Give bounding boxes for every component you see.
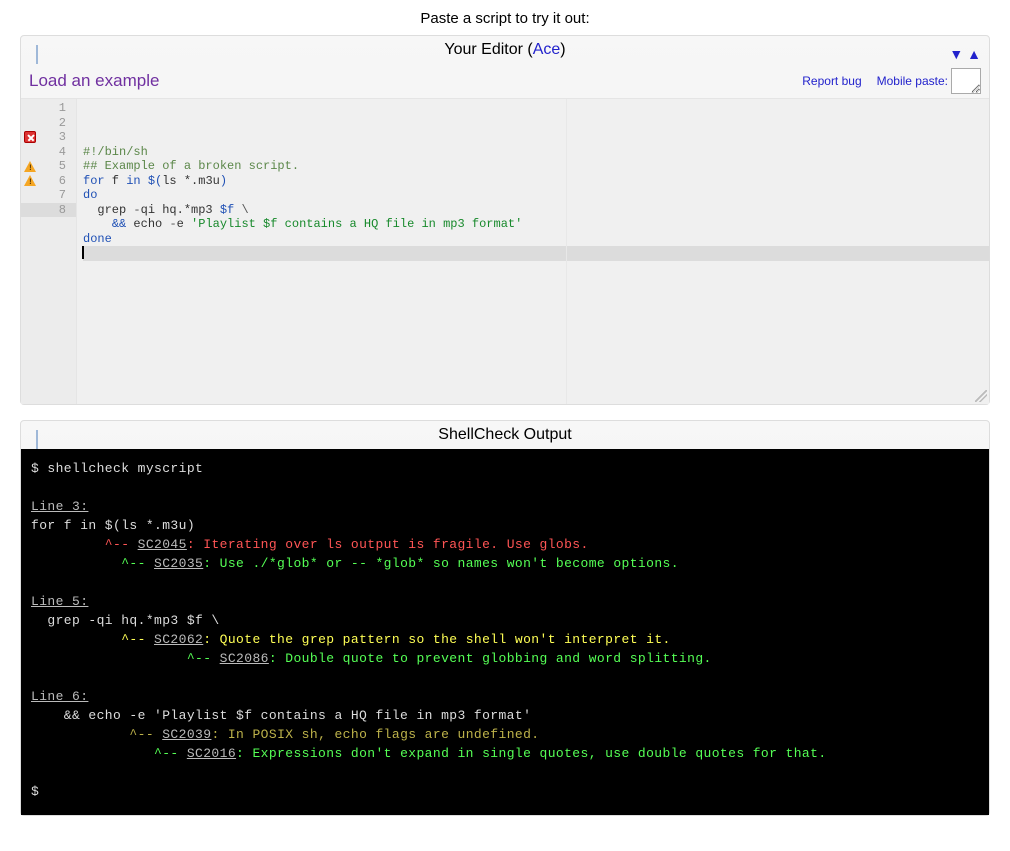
gutter-line: 2 [21,116,76,131]
output-src-line: grep -qi hq.*mp3 $f \ [31,613,220,628]
document-icon [29,41,45,59]
mobile-paste-input[interactable] [951,68,981,94]
warning-icon [24,175,36,186]
report-bug-link[interactable]: Report bug [802,74,861,88]
editor-code-area[interactable]: #!/bin/sh## Example of a broken script.f… [77,99,989,404]
code-line[interactable]: do [83,188,989,203]
sc-code-link[interactable]: SC2086 [220,651,269,666]
gutter-line: 1 [21,101,76,116]
sc-code-link[interactable]: SC2062 [154,632,203,647]
sc-code-link[interactable]: SC2039 [162,727,211,742]
warning-icon [24,161,36,172]
output-command: $ shellcheck myscript [31,461,203,476]
editor-subheader: Load an example Report bug Mobile paste: [21,64,989,98]
collapse-up-icon[interactable]: ▲ [967,40,981,68]
code-line[interactable]: #!/bin/sh [83,145,989,160]
gutter-line: 6 [21,174,76,189]
sc-code-link[interactable]: SC2035 [154,556,203,571]
editor-panel: Your Editor (Ace) ▼ ▲ Load an example Re… [20,35,990,405]
output-line-link[interactable]: Line 5: [31,594,88,609]
editor-title-prefix: Your Editor ( [444,41,532,58]
code-editor[interactable]: 12345678 #!/bin/sh## Example of a broken… [21,98,989,404]
error-icon [24,131,36,143]
code-line[interactable]: done [83,232,989,247]
output-panel-header: ShellCheck Output [21,421,989,449]
cursor [82,246,84,259]
code-line[interactable]: && echo -e 'Playlist $f contains a HQ fi… [83,217,989,232]
page-prompt: Paste a script to try it out: [20,4,990,35]
output-line-link[interactable]: Line 3: [31,499,88,514]
output-panel-title: ShellCheck Output [438,426,571,443]
output-line-link[interactable]: Line 6: [31,689,88,704]
output-src-line: for f in $(ls *.m3u) [31,518,195,533]
output-src-line: && echo -e 'Playlist $f contains a HQ fi… [31,708,531,723]
sc-code-link[interactable]: SC2016 [187,746,236,761]
code-line[interactable] [83,246,989,261]
code-line[interactable]: grep -qi hq.*mp3 $f \ [83,203,989,218]
load-example-link[interactable]: Load an example [29,71,159,91]
editor-title-suffix: ) [560,41,565,58]
editor-panel-header: Your Editor (Ace) ▼ ▲ [21,36,989,64]
sc-code-link[interactable]: SC2045 [138,537,187,552]
gutter-line: 3 [21,130,76,145]
collapse-down-icon[interactable]: ▼ [949,40,963,68]
output-end-prompt: $ [31,784,39,799]
code-line[interactable]: ## Example of a broken script. [83,159,989,174]
editor-ace-link[interactable]: Ace [533,41,561,58]
mobile-paste-label: Mobile paste: [877,74,948,88]
editor-gutter: 12345678 [21,99,77,404]
shellcheck-output: $ shellcheck myscript Line 3: for f in $… [21,449,989,815]
document-icon [29,426,45,444]
code-line[interactable]: for f in $(ls *.m3u) [83,174,989,189]
print-margin [566,99,567,404]
gutter-line: 4 [21,145,76,160]
gutter-line: 5 [21,159,76,174]
gutter-line: 8 [21,203,76,218]
output-panel: ShellCheck Output $ shellcheck myscript … [20,420,990,816]
